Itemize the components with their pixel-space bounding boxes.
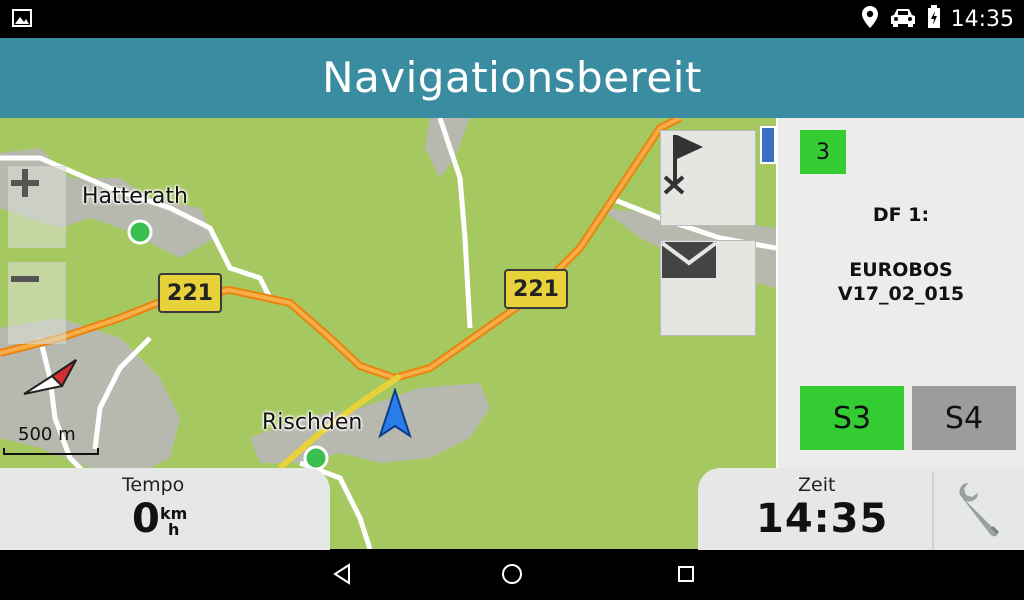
df-value: EUROBOS V17_02_015: [778, 258, 1024, 306]
road-shield: 221: [504, 269, 568, 309]
messages-button[interactable]: [660, 240, 756, 336]
home-button[interactable]: [500, 564, 524, 588]
home-circle-icon: [501, 563, 523, 589]
image-icon: [12, 9, 32, 27]
speed-unit-bottom: h: [167, 520, 180, 539]
road-shield: 221: [158, 273, 222, 313]
wrench-icon: [952, 481, 1008, 541]
clock-value: 14:35: [756, 496, 889, 542]
tempo-panel[interactable]: Tempo 0 km h: [0, 468, 330, 550]
recents-square-icon: [676, 564, 696, 588]
zeit-label: Zeit: [798, 474, 836, 496]
settings-button[interactable]: [932, 472, 1024, 550]
speed-unit: km h: [160, 506, 187, 538]
place-label-rischden: Rischden: [262, 410, 363, 435]
status-time: 14:35: [950, 6, 1014, 32]
car-icon: [889, 6, 917, 32]
header-bar: Navigationsbereit: [0, 38, 1024, 118]
battery-icon: [927, 5, 941, 33]
location-pin-icon: [861, 5, 879, 33]
route-sign-icon: [760, 126, 776, 164]
s4-button[interactable]: S4: [912, 386, 1016, 450]
df-label: DF 1:: [872, 204, 930, 226]
tempo-label: Tempo: [122, 474, 185, 496]
count-badge: 3: [800, 130, 846, 174]
page-title: Navigationsbereit: [322, 53, 702, 102]
df-value-line1: EUROBOS: [849, 259, 953, 281]
place-label-hatterath: Hatterath: [82, 184, 188, 209]
zoom-in-button[interactable]: [8, 166, 66, 248]
s3-button[interactable]: S3: [800, 386, 904, 450]
system-nav-bar: [0, 550, 1024, 600]
speed-value: 0: [132, 496, 160, 542]
scale-label: 500 m: [18, 424, 76, 445]
status-bar: 14:35: [0, 0, 1024, 38]
zoom-out-button[interactable]: [8, 262, 66, 344]
info-side-panel: 3 DF 1: EUROBOS V17_02_015 S3 S4: [776, 118, 1024, 468]
recents-button[interactable]: [674, 564, 698, 588]
time-panel: Zeit 14:35: [698, 468, 1024, 550]
back-triangle-icon: [332, 563, 352, 589]
back-button[interactable]: [330, 563, 354, 589]
destination-flag-button[interactable]: [660, 130, 756, 226]
df-value-line2: V17_02_015: [837, 283, 965, 305]
